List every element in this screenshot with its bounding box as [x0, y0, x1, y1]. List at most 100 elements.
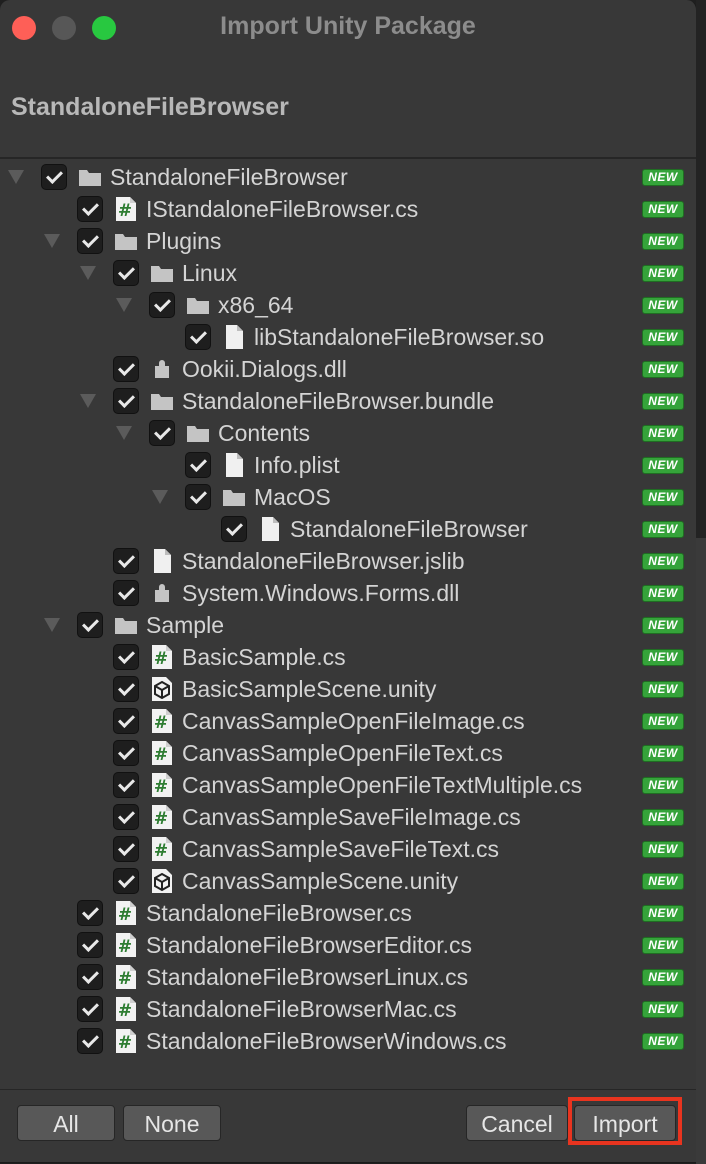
- include-checkbox[interactable]: [149, 420, 175, 446]
- tree-row[interactable]: # StandaloneFileBrowserEditor.cs NEW: [0, 929, 696, 961]
- include-checkbox[interactable]: [149, 292, 175, 318]
- plugin-icon: [149, 356, 175, 382]
- header-divider: [0, 157, 696, 159]
- include-checkbox[interactable]: [113, 772, 139, 798]
- svg-text:#: #: [118, 1033, 132, 1053]
- include-checkbox[interactable]: [77, 228, 103, 254]
- tree-item-label: StandaloneFileBrowserMac.cs: [146, 996, 457, 1022]
- include-checkbox[interactable]: [113, 804, 139, 830]
- unity-scene-icon: [149, 676, 175, 702]
- tree-row[interactable]: StandaloneFileBrowser.jslib NEW: [0, 545, 696, 577]
- cancel-button[interactable]: Cancel: [466, 1105, 568, 1141]
- new-badge: NEW: [642, 585, 684, 602]
- new-badge: NEW: [642, 553, 684, 570]
- expand-arrow-icon[interactable]: [116, 298, 132, 312]
- tree-row[interactable]: # IStandaloneFileBrowser.cs NEW: [0, 193, 696, 225]
- tree-row[interactable]: # CanvasSampleSaveFileText.cs NEW: [0, 833, 696, 865]
- tree-row[interactable]: MacOS NEW: [0, 481, 696, 513]
- include-checkbox[interactable]: [113, 868, 139, 894]
- include-checkbox[interactable]: [113, 580, 139, 606]
- tree-row[interactable]: CanvasSampleScene.unity NEW: [0, 865, 696, 897]
- tree-item-label: Linux: [182, 260, 237, 286]
- include-checkbox[interactable]: [77, 900, 103, 926]
- tree-item-label: Plugins: [146, 228, 222, 254]
- tree-row[interactable]: System.Windows.Forms.dll NEW: [0, 577, 696, 609]
- include-checkbox[interactable]: [113, 708, 139, 734]
- include-checkbox[interactable]: [113, 260, 139, 286]
- file-icon: [221, 452, 247, 478]
- tree-row[interactable]: # CanvasSampleOpenFileImage.cs NEW: [0, 705, 696, 737]
- include-checkbox[interactable]: [113, 676, 139, 702]
- tree-row[interactable]: StandaloneFileBrowser.bundle NEW: [0, 385, 696, 417]
- expand-arrow-icon[interactable]: [44, 234, 60, 248]
- tree-row[interactable]: libStandaloneFileBrowser.so NEW: [0, 321, 696, 353]
- expand-arrow-icon[interactable]: [116, 426, 132, 440]
- tree-row[interactable]: # CanvasSampleOpenFileTextMultiple.cs NEW: [0, 769, 696, 801]
- tree-row[interactable]: x86_64 NEW: [0, 289, 696, 321]
- include-checkbox[interactable]: [113, 388, 139, 414]
- tree-row[interactable]: BasicSampleScene.unity NEW: [0, 673, 696, 705]
- include-checkbox[interactable]: [77, 964, 103, 990]
- include-checkbox[interactable]: [41, 164, 67, 190]
- expand-arrow-icon[interactable]: [80, 266, 96, 280]
- include-checkbox[interactable]: [113, 644, 139, 670]
- tree-row[interactable]: # StandaloneFileBrowserWindows.cs NEW: [0, 1025, 696, 1057]
- window-title: Import Unity Package: [220, 12, 476, 40]
- select-none-button[interactable]: None: [123, 1105, 221, 1141]
- tree-item-label: CanvasSampleOpenFileImage.cs: [182, 708, 525, 734]
- include-checkbox[interactable]: [77, 196, 103, 222]
- tree-item-label: CanvasSampleOpenFileTextMultiple.cs: [182, 772, 583, 798]
- csharp-script-icon: #: [149, 772, 175, 798]
- include-checkbox[interactable]: [113, 740, 139, 766]
- tree-row[interactable]: # BasicSample.cs NEW: [0, 641, 696, 673]
- include-checkbox[interactable]: [77, 612, 103, 638]
- tree-item-label: StandaloneFileBrowserWindows.cs: [146, 1028, 507, 1054]
- new-badge: NEW: [642, 841, 684, 858]
- new-badge: NEW: [642, 649, 684, 666]
- include-checkbox[interactable]: [185, 484, 211, 510]
- package-contents-tree: StandaloneFileBrowser NEW # IStandaloneFile…: [0, 160, 696, 1088]
- tree-row[interactable]: # StandaloneFileBrowserLinux.cs NEW: [0, 961, 696, 993]
- tree-row[interactable]: Sample NEW: [0, 609, 696, 641]
- tree-row[interactable]: Contents NEW: [0, 417, 696, 449]
- include-checkbox[interactable]: [185, 452, 211, 478]
- new-badge: NEW: [642, 1001, 684, 1018]
- folder-icon: [77, 164, 103, 190]
- include-checkbox[interactable]: [113, 548, 139, 574]
- tree-row[interactable]: Ookii.Dialogs.dll NEW: [0, 353, 696, 385]
- svg-text:#: #: [154, 809, 168, 829]
- tree-row[interactable]: Info.plist NEW: [0, 449, 696, 481]
- tree-row[interactable]: # CanvasSampleOpenFileText.cs NEW: [0, 737, 696, 769]
- include-checkbox[interactable]: [77, 932, 103, 958]
- csharp-script-icon: #: [113, 964, 139, 990]
- expand-arrow-icon[interactable]: [152, 490, 168, 504]
- tree-row[interactable]: # CanvasSampleSaveFileImage.cs NEW: [0, 801, 696, 833]
- tree-item-label: x86_64: [218, 292, 294, 318]
- new-badge: NEW: [642, 937, 684, 954]
- include-checkbox[interactable]: [113, 836, 139, 862]
- tree-row[interactable]: Linux NEW: [0, 257, 696, 289]
- include-checkbox[interactable]: [113, 356, 139, 382]
- tree-row[interactable]: StandaloneFileBrowser NEW: [0, 161, 696, 193]
- tree-item-label: StandaloneFileBrowserEditor.cs: [146, 932, 472, 958]
- package-name-header: StandaloneFileBrowser: [11, 93, 289, 121]
- include-checkbox[interactable]: [185, 324, 211, 350]
- expand-arrow-icon[interactable]: [44, 618, 60, 632]
- svg-text:#: #: [154, 745, 168, 765]
- tree-item-label: Sample: [146, 612, 224, 638]
- tree-row[interactable]: # StandaloneFileBrowserMac.cs NEW: [0, 993, 696, 1025]
- select-all-button[interactable]: All: [17, 1105, 115, 1141]
- include-checkbox[interactable]: [77, 1028, 103, 1054]
- folder-icon: [113, 612, 139, 638]
- new-badge: NEW: [642, 265, 684, 282]
- tree-item-label: CanvasSampleScene.unity: [182, 868, 459, 894]
- tree-row[interactable]: StandaloneFileBrowser NEW: [0, 513, 696, 545]
- expand-arrow-icon[interactable]: [8, 170, 24, 184]
- svg-text:#: #: [118, 905, 132, 925]
- tree-row[interactable]: # StandaloneFileBrowser.cs NEW: [0, 897, 696, 929]
- include-checkbox[interactable]: [221, 516, 247, 542]
- expand-arrow-icon[interactable]: [80, 394, 96, 408]
- new-badge: NEW: [642, 809, 684, 826]
- include-checkbox[interactable]: [77, 996, 103, 1022]
- tree-row[interactable]: Plugins NEW: [0, 225, 696, 257]
